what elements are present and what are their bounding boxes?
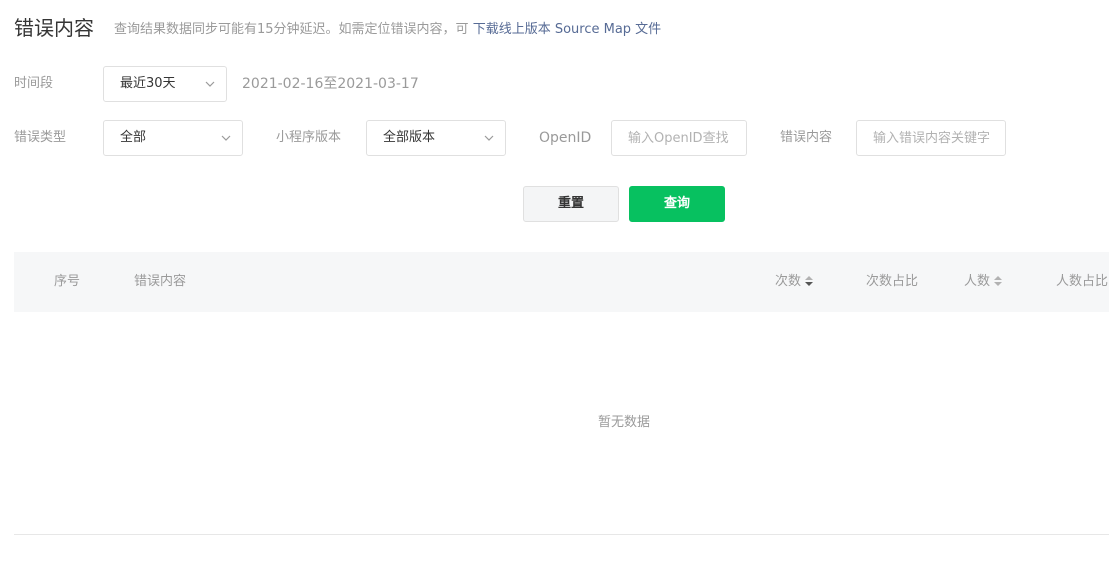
version-select-value: 全部版本 (383, 130, 436, 145)
table-header: 序号 错误内容 次数 次数占比 人数 人数占比 (14, 252, 1109, 312)
date-range-text: 2021-02-16至2021-03-17 (242, 76, 419, 92)
table-bottom-divider (14, 534, 1109, 535)
version-label: 小程序版本 (276, 130, 342, 145)
version-select[interactable]: 全部版本 (366, 120, 506, 156)
error-type-select[interactable]: 全部 (103, 120, 243, 156)
openid-input[interactable] (611, 120, 747, 156)
chevron-down-icon (221, 135, 231, 141)
download-source-map-link[interactable]: 下载线上版本 Source Map 文件 (473, 22, 661, 37)
error-type-label: 错误类型 (14, 130, 67, 145)
chevron-down-icon (484, 135, 494, 141)
error-type-select-value: 全部 (120, 130, 147, 145)
error-content-input[interactable] (856, 120, 1006, 156)
period-label: 时间段 (14, 76, 54, 91)
chevron-down-icon (205, 81, 215, 87)
error-content-label: 错误内容 (780, 130, 833, 145)
period-select-value: 最近30天 (120, 76, 176, 91)
period-select[interactable]: 最近30天 (103, 66, 227, 102)
page-title: 错误内容 (14, 16, 94, 40)
reset-button[interactable]: 重置 (523, 186, 619, 222)
query-button[interactable]: 查询 (629, 186, 725, 222)
sync-notice-text: 查询结果数据同步可能有15分钟延迟。如需定位错误内容，可 (114, 22, 469, 37)
column-header-users-ratio: 人数占比 (1056, 274, 1109, 289)
column-header-users[interactable]: 人数 (964, 272, 1003, 292)
column-header-users-label: 人数 (964, 274, 991, 289)
column-header-count[interactable]: 次数 (775, 272, 814, 292)
sort-desc-icon (805, 275, 814, 286)
column-header-index: 序号 (54, 274, 81, 289)
empty-state-text: 暂无数据 (597, 415, 650, 430)
openid-label: OpenID (539, 130, 592, 146)
sort-icon (994, 275, 1003, 286)
column-header-count-ratio: 次数占比 (866, 274, 919, 289)
column-header-count-label: 次数 (775, 274, 802, 289)
column-header-error-content: 错误内容 (134, 274, 187, 289)
sync-notice: 查询结果数据同步可能有15分钟延迟。如需定位错误内容，可 下载线上版本 Sour… (114, 20, 661, 40)
